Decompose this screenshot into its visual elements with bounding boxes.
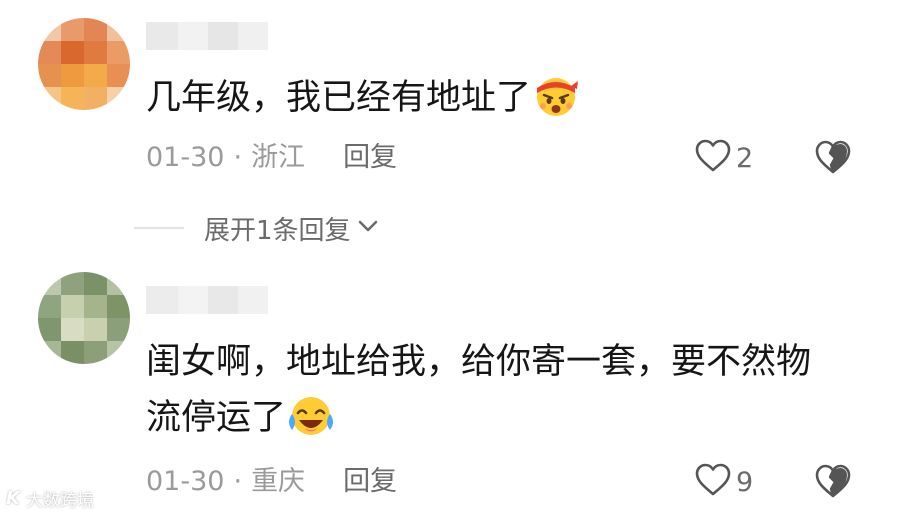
comment-text-line: 几年级，我已经有地址了 (146, 78, 532, 118)
comment-text: 几年级，我已经有地址了 (146, 70, 579, 126)
crying-laughing-emoji-icon (288, 392, 334, 438)
divider (134, 227, 184, 229)
expand-replies-button[interactable]: 展开1条回复 (134, 208, 379, 248)
comment-location: 重庆 (251, 466, 306, 497)
comment-text-line: 闺女啊，地址给我，给你寄一套，要不然物 (146, 342, 812, 382)
comment-meta: 01-30 · 重庆 回复 (146, 462, 397, 502)
heart-outline-icon (694, 463, 732, 501)
comment-item: 闺女啊，地址给我，给你寄一套，要不然物 流停运了 01-30 · 重庆 回复 9 (0, 250, 900, 516)
avatar[interactable] (38, 18, 130, 110)
like-button[interactable]: 9 (694, 462, 753, 502)
username-blurred[interactable] (146, 22, 268, 50)
dislike-button[interactable] (813, 462, 853, 502)
avatar[interactable] (38, 272, 130, 364)
chevron-down-icon (357, 218, 379, 238)
like-count: 2 (736, 142, 754, 174)
comment-date: 01-30 (146, 142, 225, 173)
meta-separator: · (233, 466, 243, 497)
watermark-text: 大数跨境 (25, 490, 94, 511)
comment-text-line: 流停运了 (146, 398, 287, 438)
dislike-button[interactable] (813, 138, 853, 178)
expand-replies-label: 展开1条回复 (204, 215, 351, 246)
watermark: K 大数跨境 (6, 486, 94, 511)
reply-button[interactable]: 回复 (343, 462, 397, 502)
comment-meta: 01-30 · 浙江 回复 (146, 138, 397, 178)
comment-location: 浙江 (251, 142, 306, 173)
like-count: 9 (736, 466, 754, 498)
comment-text: 闺女啊，地址给我，给你寄一套，要不然物 流停运了 (146, 334, 811, 446)
username-blurred[interactable] (146, 286, 268, 314)
comment-date: 01-30 (146, 466, 225, 497)
heart-outline-icon (694, 139, 732, 177)
meta-separator: · (233, 142, 243, 173)
angry-headband-emoji-icon (533, 72, 579, 118)
reply-button[interactable]: 回复 (343, 138, 397, 178)
watermark-logo: K (6, 487, 20, 509)
broken-heart-icon (813, 140, 853, 180)
broken-heart-icon (813, 464, 853, 504)
like-button[interactable]: 2 (694, 138, 753, 178)
